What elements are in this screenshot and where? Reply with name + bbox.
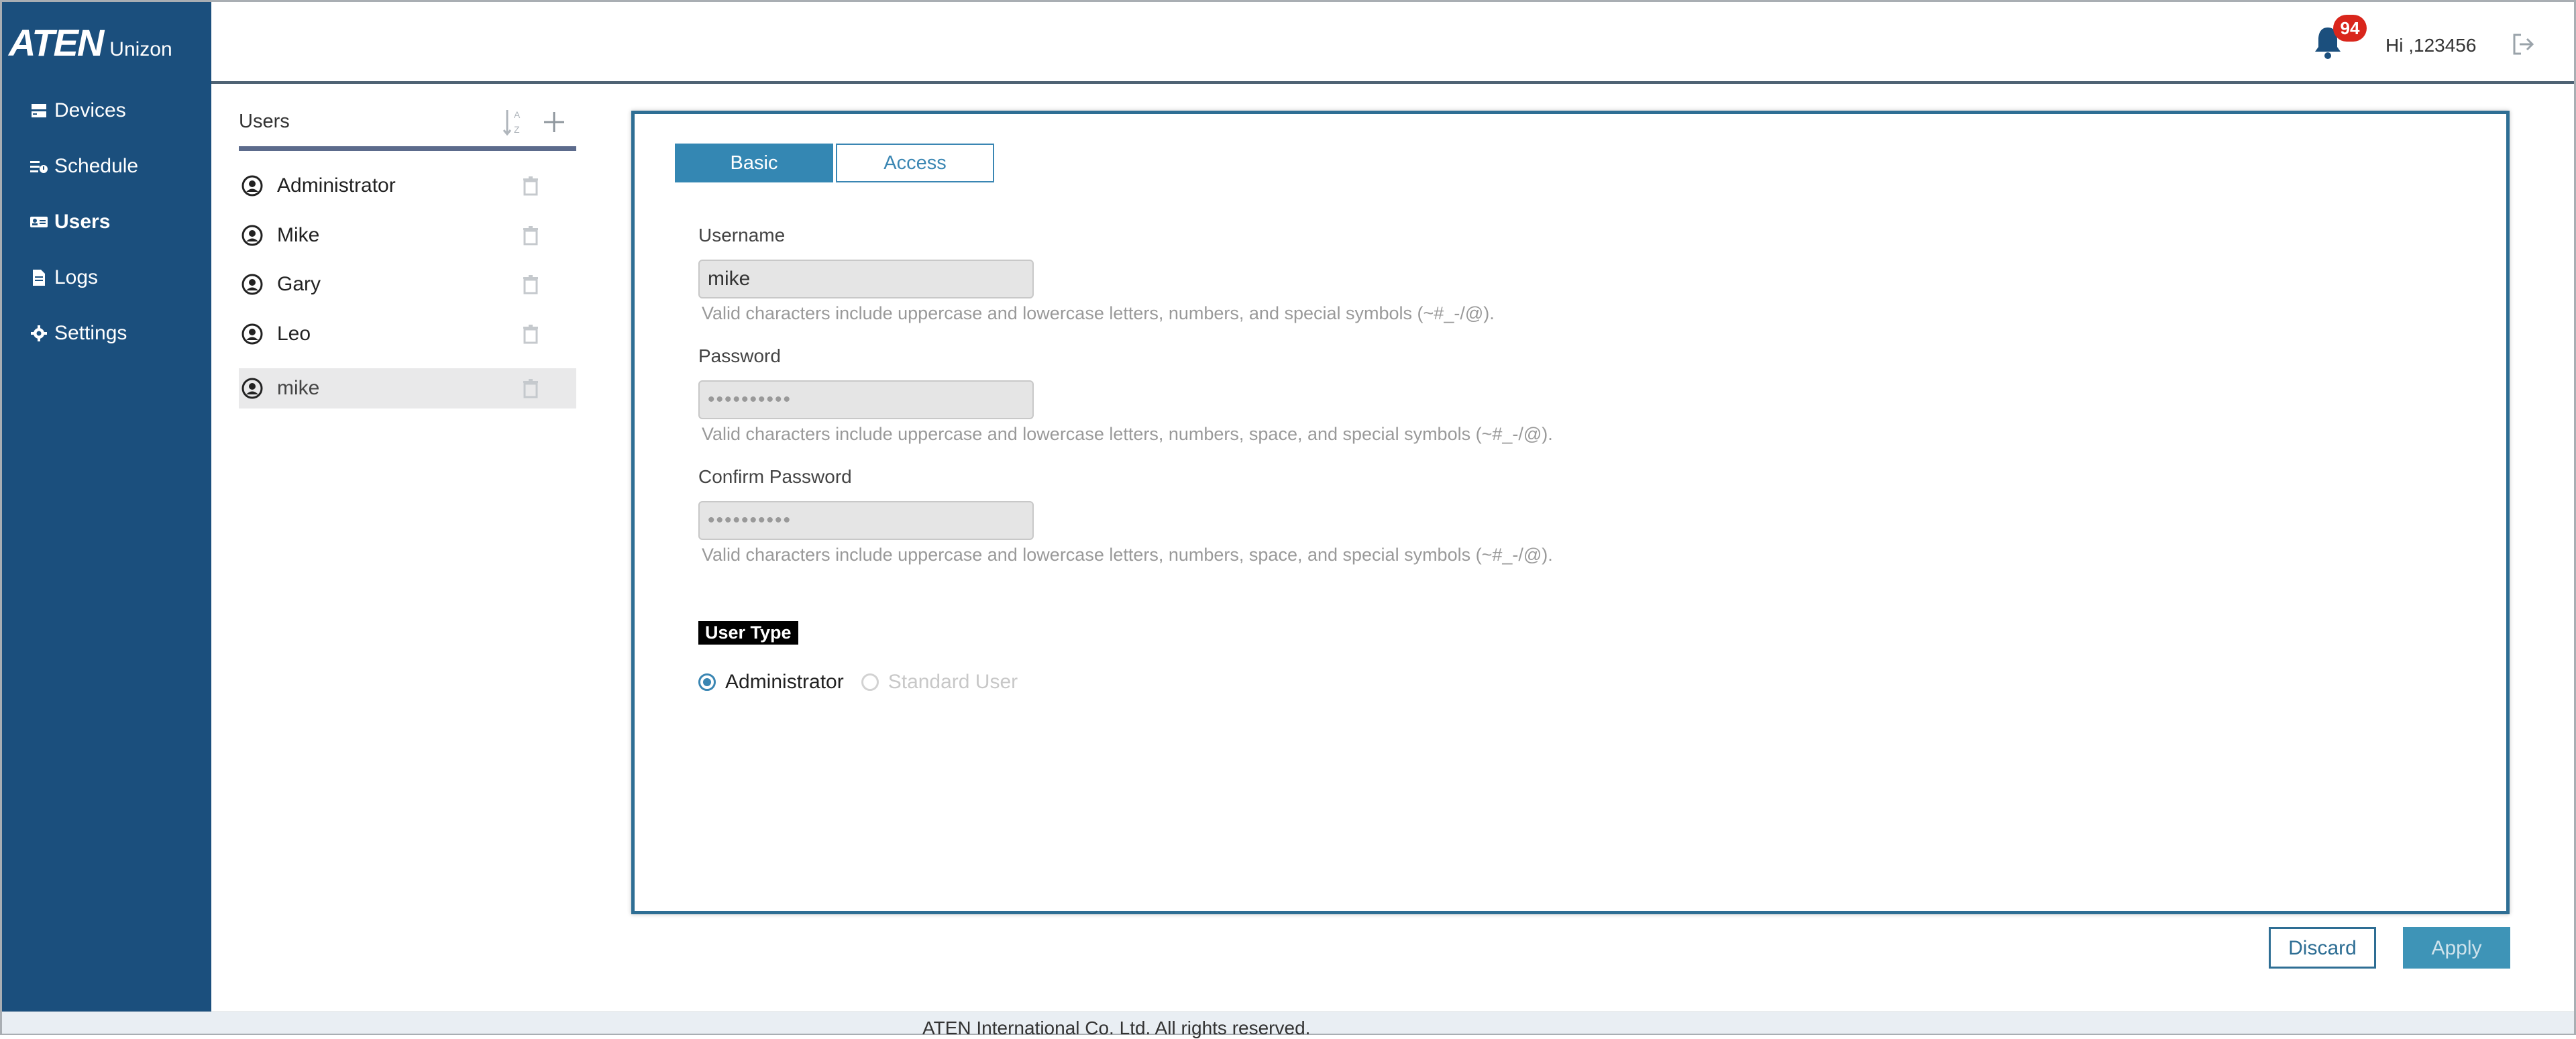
sidebar-item-label: Users (54, 211, 111, 233)
user-type-radio-group: Administrator Standard User (698, 671, 1018, 694)
username-field[interactable] (698, 260, 1034, 298)
user-list-item[interactable]: Leo (239, 314, 576, 354)
sidebar-item-devices[interactable]: Devices (29, 99, 126, 122)
user-icon (241, 175, 263, 197)
users-panel-title: Users (239, 111, 290, 132)
footer: ATEN International Co. Ltd. All rights r… (2, 1011, 2574, 1038)
password-label: Password (698, 345, 781, 366)
confirm-password-label: Confirm Password (698, 466, 852, 487)
sidebar-item-logs[interactable]: Logs (29, 266, 98, 289)
trash-icon[interactable] (522, 378, 539, 398)
user-type-label: User Type (698, 621, 798, 645)
devices-icon (29, 101, 49, 121)
sidebar-item-schedule[interactable]: Schedule (29, 155, 138, 178)
tab-access[interactable]: Access (836, 144, 994, 182)
copyright-text: ATEN International Co. Ltd. All rights r… (922, 1018, 1311, 1038)
user-icon (241, 225, 263, 246)
sidebar-item-label: Logs (54, 266, 99, 288)
user-name: Mike (277, 224, 320, 246)
radio-administrator-label[interactable]: Administrator (725, 671, 844, 694)
gear-icon (29, 323, 49, 343)
sidebar-item-label: Schedule (54, 155, 139, 177)
svg-text:A: A (514, 109, 521, 120)
sidebar-item-label: Devices (54, 99, 126, 121)
sidebar-item-label: Settings (54, 322, 127, 344)
sidebar-item-users[interactable]: Users (29, 211, 110, 233)
notification-badge[interactable]: 94 (2333, 15, 2367, 42)
user-icon (241, 378, 263, 399)
user-greeting: Hi ,123456 (2385, 35, 2477, 56)
username-help: Valid characters include uppercase and l… (702, 303, 1495, 323)
user-icon (241, 323, 263, 345)
add-user-icon[interactable] (542, 110, 566, 134)
logo-brand: ATEN (9, 21, 104, 64)
tab-basic[interactable]: Basic (675, 144, 833, 182)
trash-icon[interactable] (522, 274, 539, 294)
username-label: Username (698, 225, 786, 245)
user-detail-panel: Basic Access Username Valid characters i… (631, 111, 2510, 914)
user-name: mike (277, 377, 320, 399)
password-field[interactable] (698, 380, 1034, 419)
discard-button[interactable]: Discard (2269, 927, 2376, 969)
logo: ATEN Unizon (9, 21, 172, 64)
user-name: Administrator (277, 174, 396, 197)
confirm-password-field[interactable] (698, 501, 1034, 540)
confirm-password-help: Valid characters include uppercase and l… (702, 545, 1553, 565)
logo-product: Unizon (109, 38, 172, 60)
user-list-item[interactable]: Mike (239, 215, 576, 256)
sort-az-icon[interactable]: AZ (502, 107, 526, 137)
svg-text:Z: Z (514, 124, 520, 135)
radio-standard-user[interactable] (861, 673, 879, 691)
sidebar-item-settings[interactable]: Settings (29, 322, 127, 345)
trash-icon[interactable] (522, 176, 539, 196)
user-icon (241, 274, 263, 295)
user-name: Leo (277, 323, 311, 345)
trash-icon[interactable] (522, 225, 539, 245)
trash-icon[interactable] (522, 324, 539, 344)
top-bar (211, 2, 2574, 84)
radio-standard-user-label[interactable]: Standard User (888, 671, 1018, 694)
sidebar: ATEN Unizon Devices Schedule Users Logs … (2, 2, 211, 1016)
user-list-item[interactable]: Gary (239, 264, 576, 305)
radio-administrator[interactable] (698, 673, 716, 691)
password-help: Valid characters include uppercase and l… (702, 424, 1553, 444)
logs-icon (29, 268, 49, 288)
user-list-item-selected[interactable]: mike (239, 368, 576, 408)
users-icon (29, 212, 49, 232)
users-panel-divider (239, 146, 576, 151)
user-list-item[interactable]: Administrator (239, 166, 576, 206)
logout-icon[interactable] (2510, 31, 2537, 58)
schedule-icon (29, 156, 49, 176)
apply-button[interactable]: Apply (2403, 927, 2510, 969)
user-name: Gary (277, 273, 321, 295)
